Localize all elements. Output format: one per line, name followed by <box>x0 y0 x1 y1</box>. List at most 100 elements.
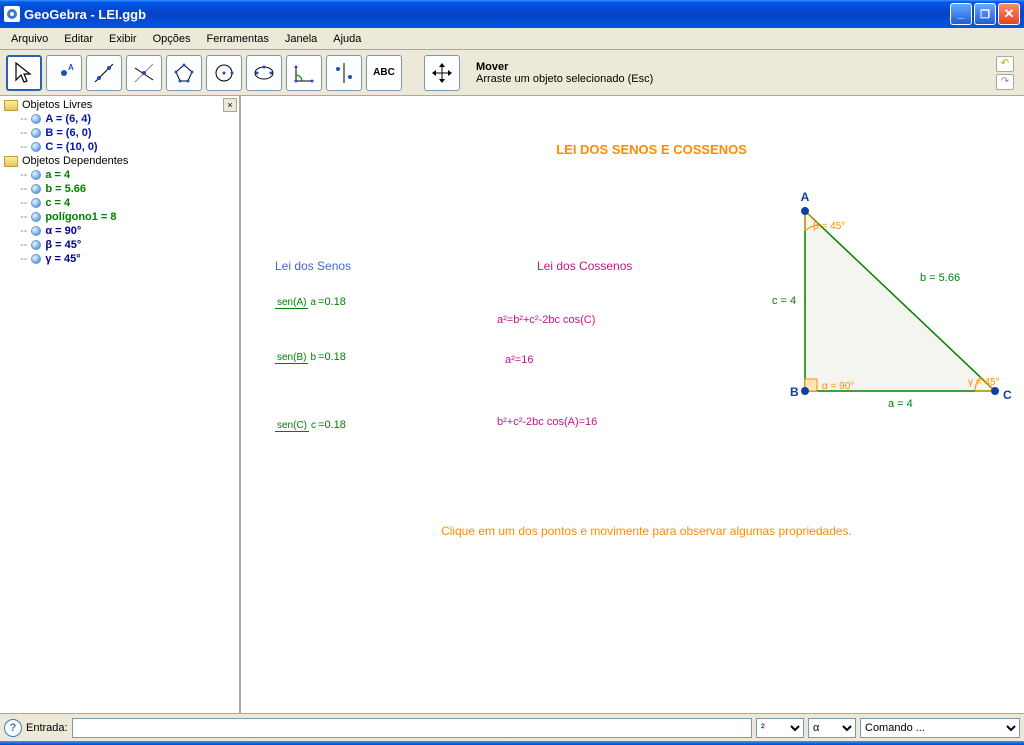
formula-cos-calc: b²+c²-2bc cos(A)=16 <box>497 416 597 428</box>
side-label-a: a = 4 <box>888 398 913 410</box>
tool-hint-title: Mover <box>476 61 992 73</box>
point-icon: A <box>51 60 77 86</box>
bullet-icon <box>31 184 41 194</box>
algebra-view: × Objetos Livres --A = (6, 4) --B = (6, … <box>0 96 241 713</box>
formula-senB: sen(B)b=0.18 <box>275 351 346 363</box>
window-titlebar: GeoGebra - LEI.ggb _ ❐ ✕ <box>0 0 1024 28</box>
side-label-c: c = 4 <box>772 295 796 307</box>
vertex-label-B: B <box>790 385 799 399</box>
angle-icon <box>291 60 317 86</box>
angle-label-beta: β = 45° <box>813 221 845 232</box>
bullet-icon <box>31 240 41 250</box>
input-bar: ? Entrada: ² α Comando ... <box>0 713 1024 741</box>
input-label: Entrada: <box>26 722 68 734</box>
taskbar <box>0 741 1024 745</box>
window-title: GeoGebra - LEI.ggb <box>24 7 950 22</box>
circle-icon <box>211 60 237 86</box>
sidebar-close-button[interactable]: × <box>223 98 237 112</box>
senos-heading: Lei dos Senos <box>275 259 351 273</box>
menu-ajuda[interactable]: Ajuda <box>326 31 368 47</box>
bullet-icon <box>31 142 41 152</box>
perpendicular-icon <box>131 60 157 86</box>
cossenos-heading: Lei dos Cossenos <box>537 259 632 273</box>
bullet-icon <box>31 254 41 264</box>
tree-item-B[interactable]: --B = (6, 0) <box>4 126 235 140</box>
text-icon: ABC <box>373 67 395 78</box>
folder-icon <box>4 156 18 167</box>
triangle-figure: A B C c = 4 b = 5.66 a = 4 α = 90° β = 4… <box>760 181 1020 431</box>
symbol-select-2[interactable]: α <box>808 718 856 738</box>
tree-item-gamma[interactable]: --γ = 45° <box>4 252 235 266</box>
line-icon <box>91 60 117 86</box>
bullet-icon <box>31 128 41 138</box>
tree-item-A[interactable]: --A = (6, 4) <box>4 112 235 126</box>
tool-polygon[interactable] <box>166 55 202 91</box>
tool-move[interactable] <box>6 55 42 91</box>
folder-icon <box>4 100 18 111</box>
polygon-icon <box>171 60 197 86</box>
menubar: Arquivo Editar Exibir Opções Ferramentas… <box>0 28 1024 50</box>
formula-senC: sen(C)c=0.18 <box>275 419 346 431</box>
angle-label-gamma: γ = 45° <box>968 377 1000 388</box>
tree-item-beta[interactable]: --β = 45° <box>4 238 235 252</box>
redo-button[interactable]: ↷ <box>996 74 1014 90</box>
tree-item-alpha[interactable]: --α = 90° <box>4 224 235 238</box>
menu-arquivo[interactable]: Arquivo <box>4 31 55 47</box>
undo-button[interactable]: ↶ <box>996 56 1014 72</box>
menu-exibir[interactable]: Exibir <box>102 31 144 47</box>
app-icon <box>4 6 20 22</box>
menu-ferramentas[interactable]: Ferramentas <box>199 31 275 47</box>
angle-label-alpha: α = 90° <box>822 381 854 392</box>
tool-line[interactable] <box>86 55 122 91</box>
bullet-icon <box>31 198 41 208</box>
command-input[interactable] <box>72 718 752 738</box>
formula-senA: sen(A)a=0.18 <box>275 296 346 308</box>
tree-item-C[interactable]: --C = (10, 0) <box>4 140 235 154</box>
graphics-view[interactable]: LEI DOS SENOS E COSSENOS Lei dos Senos L… <box>241 96 1024 713</box>
bullet-icon <box>31 212 41 222</box>
symbol-select-1[interactable]: ² <box>756 718 804 738</box>
tool-move-view[interactable] <box>424 55 460 91</box>
tree-item-c[interactable]: --c = 4 <box>4 196 235 210</box>
tree-item-poly[interactable]: --polígono1 = 8 <box>4 210 235 224</box>
bullet-icon <box>31 226 41 236</box>
tool-perpendicular[interactable] <box>126 55 162 91</box>
maximize-button[interactable]: ❐ <box>974 3 996 25</box>
tool-reflect[interactable] <box>326 55 362 91</box>
close-button[interactable]: ✕ <box>998 3 1020 25</box>
redo-icon: ↷ <box>1001 76 1009 87</box>
tree-item-a[interactable]: --a = 4 <box>4 168 235 182</box>
instruction-text: Clique em um dos pontos e movimente para… <box>441 524 852 538</box>
vertex-label-A: A <box>801 190 810 204</box>
tool-circle[interactable] <box>206 55 242 91</box>
tool-text[interactable]: ABC <box>366 55 402 91</box>
help-button[interactable]: ? <box>4 719 22 737</box>
conic-icon <box>251 60 277 86</box>
canvas-title: LEI DOS SENOS E COSSENOS <box>556 142 747 157</box>
tree-category-free[interactable]: Objetos Livres <box>4 98 235 112</box>
vertex-label-C: C <box>1003 388 1012 402</box>
toolbar: A ABC Mover Arraste um objeto selecionad… <box>0 50 1024 96</box>
side-label-b: b = 5.66 <box>920 272 960 284</box>
object-tree: Objetos Livres --A = (6, 4) --B = (6, 0)… <box>0 96 239 268</box>
menu-editar[interactable]: Editar <box>57 31 100 47</box>
tool-hint-desc: Arraste um objeto selecionado (Esc) <box>476 73 992 85</box>
bullet-icon <box>31 114 41 124</box>
formula-cos-general: a²=b²+c²-2bc cos(C) <box>497 314 595 326</box>
tool-angle[interactable] <box>286 55 322 91</box>
tool-hint: Mover Arraste um objeto selecionado (Esc… <box>464 61 992 85</box>
menu-opcoes[interactable]: Opções <box>146 31 198 47</box>
undo-icon: ↶ <box>1001 58 1009 69</box>
tool-conic[interactable] <box>246 55 282 91</box>
menu-janela[interactable]: Janela <box>278 31 324 47</box>
command-select[interactable]: Comando ... <box>860 718 1020 738</box>
formula-a2: a²=16 <box>505 354 533 366</box>
reflect-icon <box>331 60 357 86</box>
svg-text:A: A <box>68 63 74 72</box>
tree-category-dependent[interactable]: Objetos Dependentes <box>4 154 235 168</box>
bullet-icon <box>31 170 41 180</box>
cursor-icon <box>11 60 37 86</box>
minimize-button[interactable]: _ <box>950 3 972 25</box>
tree-item-b[interactable]: --b = 5.66 <box>4 182 235 196</box>
tool-point[interactable]: A <box>46 55 82 91</box>
